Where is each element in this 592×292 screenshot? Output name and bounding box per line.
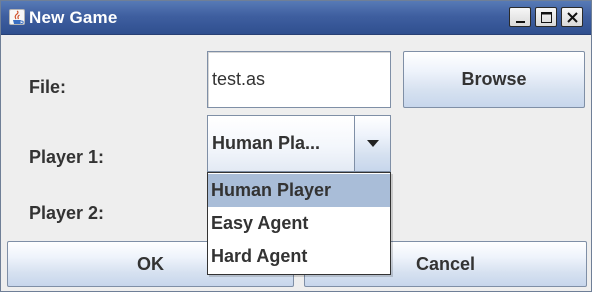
player-dropdown-list[interactable]: Human Player Easy Agent Hard Agent <box>207 172 391 275</box>
player1-dropdown-button[interactable] <box>354 116 390 171</box>
player2-label: Player 2: <box>29 203 105 223</box>
file-label: File: <box>29 77 67 97</box>
browse-button[interactable]: Browse <box>403 51 585 108</box>
triangle-down-icon <box>367 140 379 147</box>
player1-combobox[interactable]: Human Pla... <box>207 115 391 172</box>
minimize-icon <box>516 21 525 23</box>
close-icon <box>567 12 578 23</box>
minimize-button[interactable] <box>509 7 531 27</box>
new-game-dialog: New Game File: test.as Browse Player 1: … <box>0 0 592 292</box>
close-button[interactable] <box>561 7 583 27</box>
player1-selected-value: Human Pla... <box>212 133 321 153</box>
file-input[interactable]: test.as <box>207 51 391 108</box>
java-cup-icon <box>9 9 25 25</box>
dropdown-option-hard-agent[interactable]: Hard Agent <box>208 240 390 273</box>
window-title: New Game <box>29 8 118 27</box>
dropdown-option-easy-agent[interactable]: Easy Agent <box>208 207 390 240</box>
player1-label: Player 1: <box>29 147 105 167</box>
title-bar[interactable]: New Game <box>1 1 591 35</box>
dropdown-option-human-player[interactable]: Human Player <box>208 174 390 207</box>
maximize-icon <box>541 12 552 23</box>
maximize-button[interactable] <box>535 7 557 27</box>
